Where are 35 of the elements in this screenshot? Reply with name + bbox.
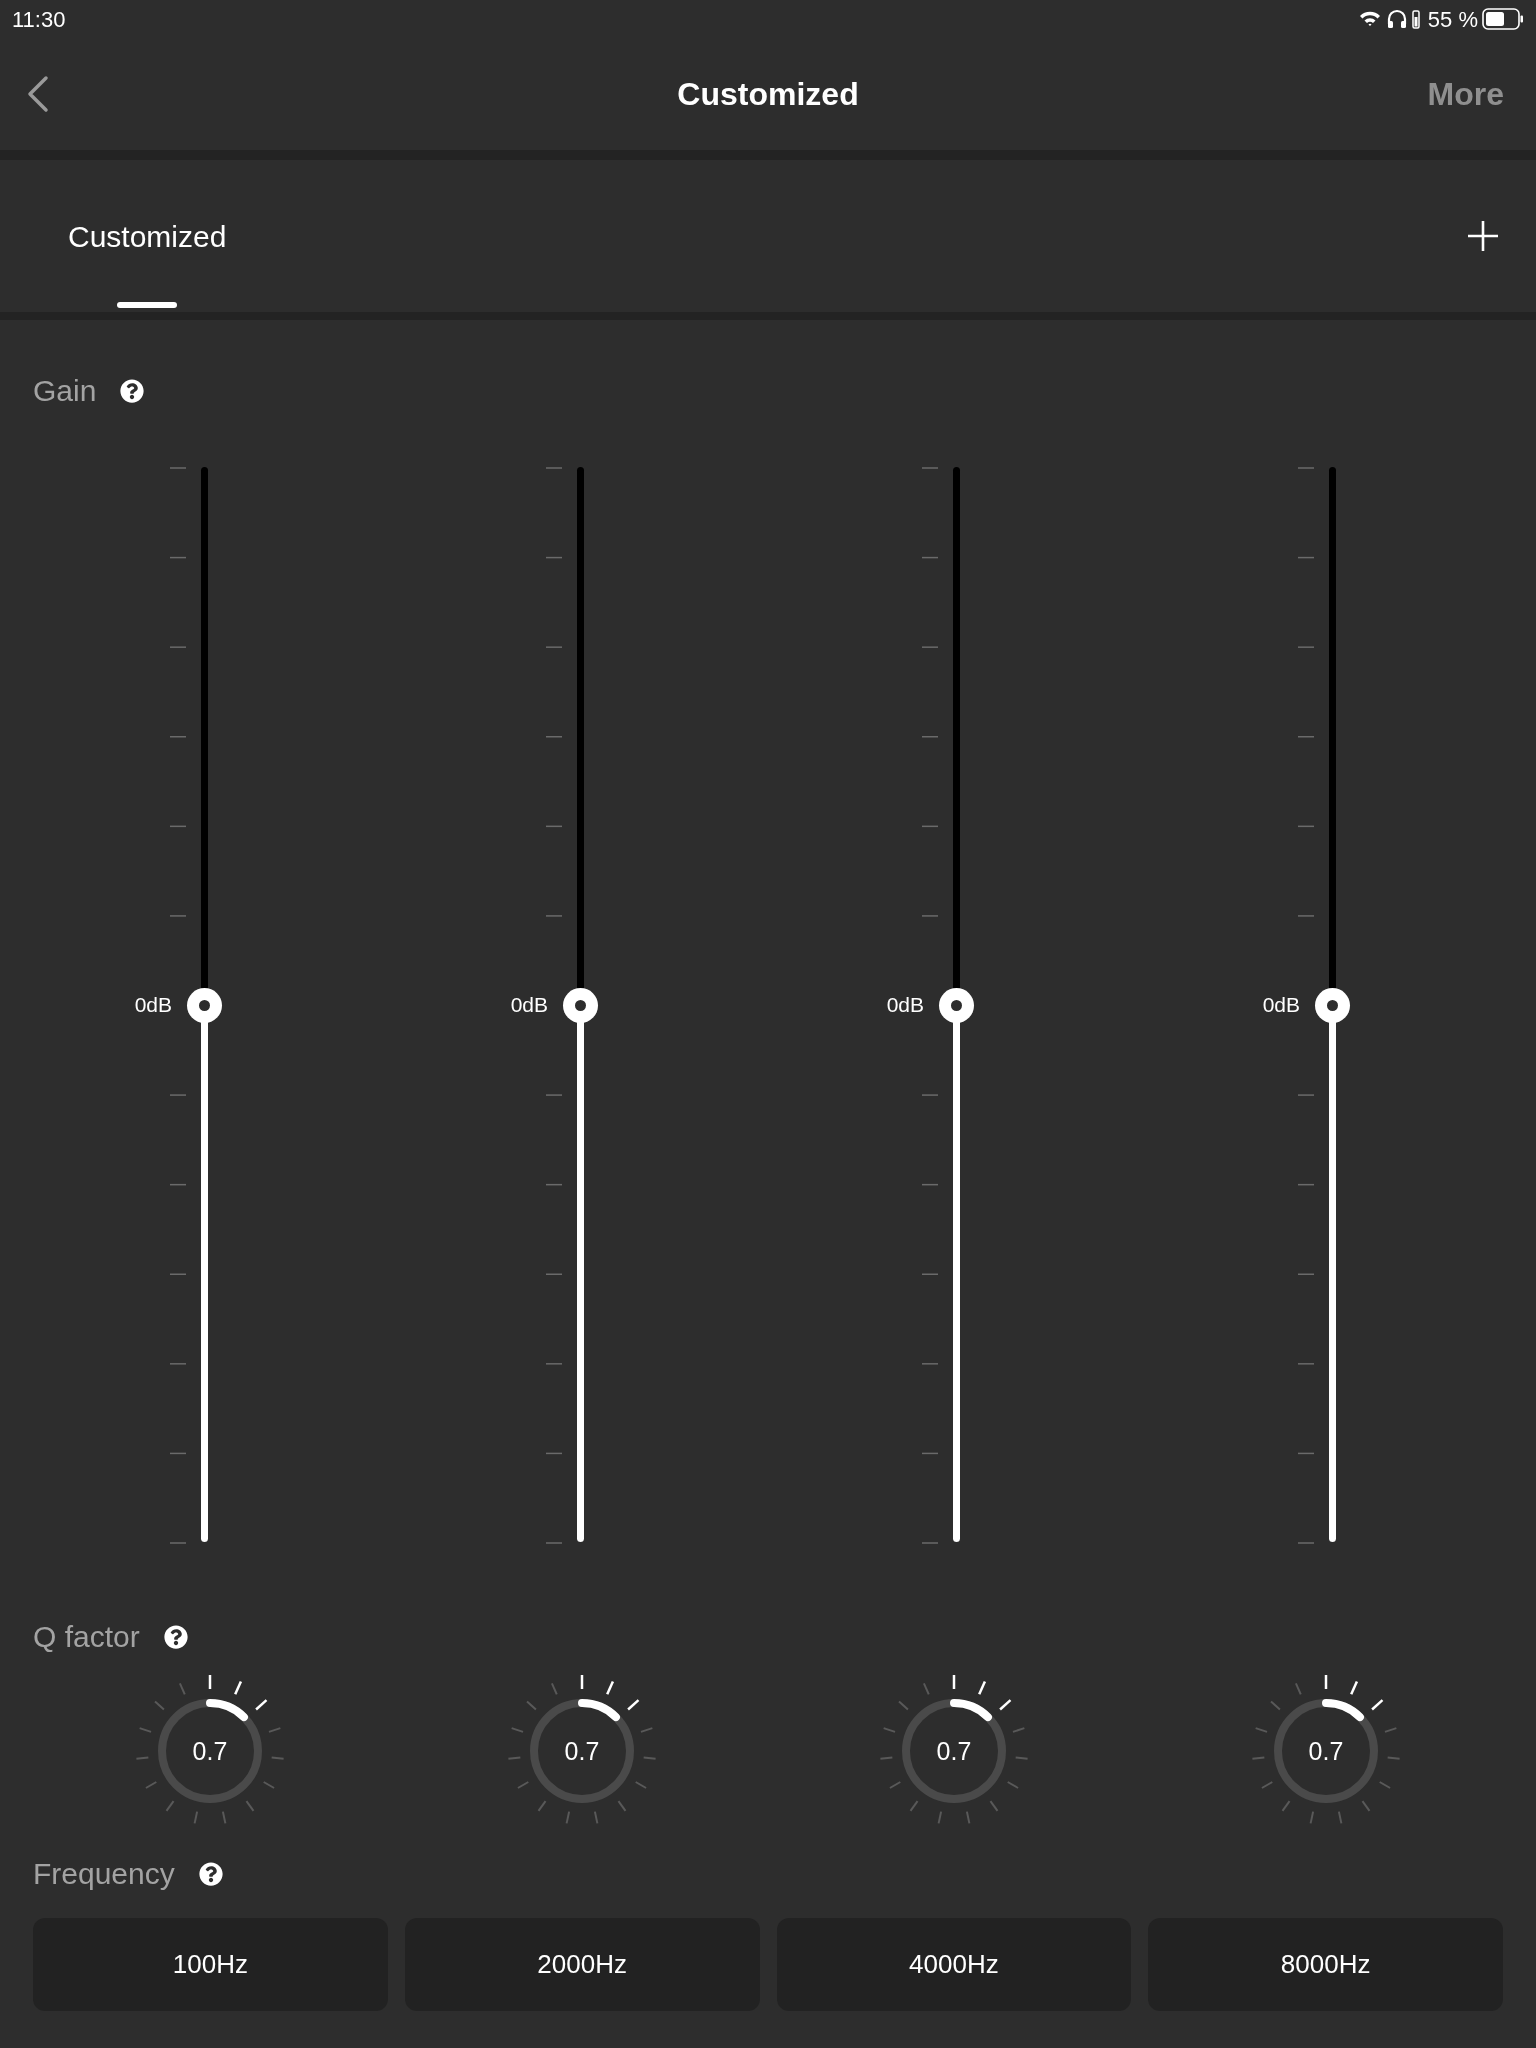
section-label: Gain — [33, 373, 97, 409]
headphones-icon — [1385, 8, 1408, 30]
slider-track[interactable] — [953, 467, 960, 1542]
slider-track[interactable] — [201, 467, 208, 1542]
more-button[interactable]: More — [1427, 70, 1512, 118]
slider-track[interactable] — [577, 467, 584, 1542]
add-icon[interactable] — [1466, 219, 1500, 253]
frequency-button[interactable]: 4000Hz — [776, 1918, 1132, 2011]
gain-reading: 0dB — [886, 993, 924, 1015]
frequency-button[interactable]: 2000Hz — [404, 1918, 760, 2011]
frequency-button[interactable]: 8000Hz — [1148, 1918, 1503, 2011]
gain-reading: 0dB — [510, 993, 548, 1015]
help-icon[interactable] — [163, 1624, 188, 1649]
preset-tab[interactable]: Customized — [68, 160, 227, 312]
q-reading: 0.7 — [936, 1738, 972, 1764]
gain-reading: 0dB — [1262, 993, 1300, 1015]
small-battery-icon — [1411, 9, 1420, 29]
slider-thumb[interactable] — [563, 987, 598, 1023]
battery-percent: 55 % — [1427, 5, 1478, 34]
q-reading: 0.7 — [564, 1738, 600, 1764]
help-icon[interactable] — [198, 1861, 223, 1886]
q-reading: 0.7 — [1308, 1738, 1344, 1764]
page-title: Customized — [677, 75, 859, 114]
status-time: 11:30 — [12, 5, 66, 34]
gain-reading: 0dB — [134, 993, 172, 1015]
section-label: Frequency — [33, 1856, 175, 1892]
slider-thumb[interactable] — [187, 987, 222, 1023]
help-icon[interactable] — [120, 378, 145, 403]
slider-thumb[interactable] — [939, 987, 974, 1023]
section-label: Q factor — [33, 1619, 140, 1655]
slider-track[interactable] — [1329, 467, 1336, 1542]
frequency-button[interactable]: 100Hz — [33, 1918, 388, 2011]
battery-icon — [1482, 8, 1524, 30]
q-reading: 0.7 — [192, 1738, 228, 1764]
slider-thumb[interactable] — [1315, 987, 1350, 1023]
